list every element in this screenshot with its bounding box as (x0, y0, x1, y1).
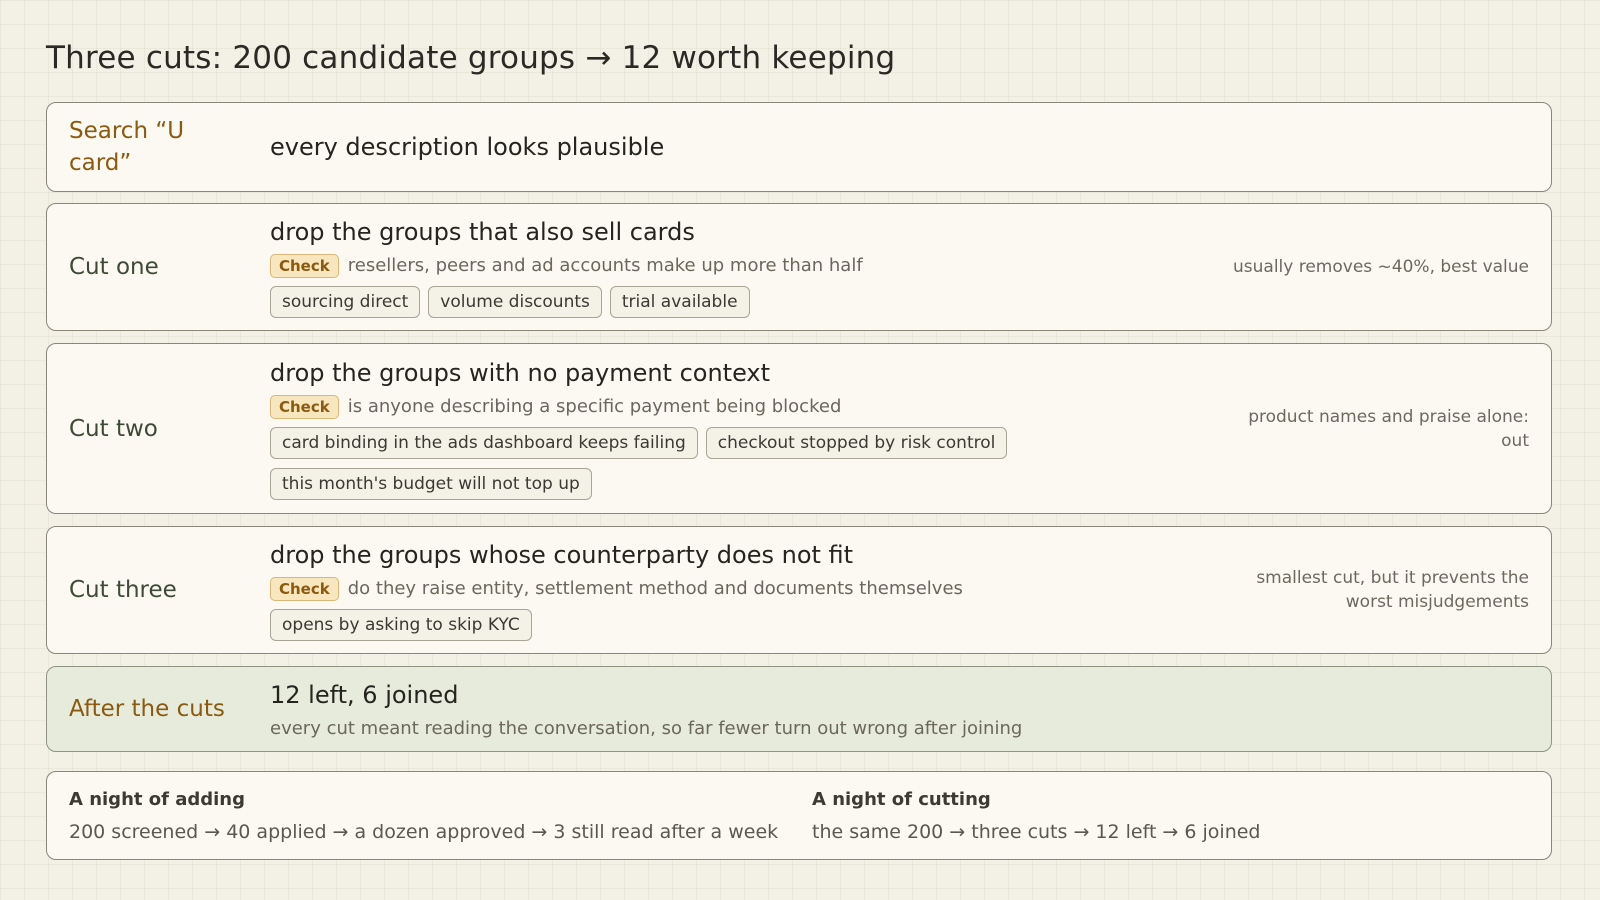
tag: volume discounts (428, 285, 602, 318)
cut-two-row: Cut two drop the groups with no payment … (46, 343, 1552, 514)
search-body: every description looks plausible (270, 103, 1531, 191)
search-label: Search “U card” (69, 118, 185, 176)
search-description: every description looks plausible (270, 133, 665, 161)
cutting-column: A night of cutting the same 200 → three … (812, 788, 1261, 844)
cutting-title: A night of cutting (812, 789, 991, 810)
cut-three-label: Cut three (69, 577, 177, 603)
cut-two-tags: card binding in the ads dashboard keeps … (270, 426, 1050, 500)
cut-two-label: Cut two (69, 415, 158, 442)
tag: sourcing direct (270, 285, 421, 318)
cut-three-tags: opens by asking to skip KYC (270, 608, 1050, 641)
cutting-text: the same 200 → three cuts → 12 left → 6 … (812, 821, 1261, 843)
cut-two-check-text: is anyone describing a specific payment … (347, 396, 842, 417)
result-headline: 12 left, 6 joined (270, 680, 459, 709)
page-title: Three cuts: 200 candidate groups → 12 wo… (46, 40, 896, 76)
cut-one-check-text: resellers, peers and ad accounts make up… (347, 255, 863, 276)
cut-one-row: Cut one drop the groups that also sell c… (46, 203, 1552, 331)
check-badge: Check (270, 576, 339, 601)
check-badge: Check (270, 253, 339, 278)
cut-two-note: product names and praise alone: out (1248, 406, 1529, 451)
result-text: every cut meant reading the conversation… (270, 717, 1023, 739)
adding-title: A night of adding (69, 789, 246, 810)
tag: this month's budget will not top up (270, 467, 592, 500)
cut-one-tags: sourcing direct volume discounts trial a… (270, 285, 1050, 318)
result-label: After the cuts (69, 696, 225, 722)
search-row: Search “U card” every description looks … (46, 102, 1552, 192)
tag: opens by asking to skip KYC (270, 608, 532, 641)
adding-text: 200 screened → 40 applied → a dozen appr… (69, 821, 779, 843)
cut-three-check-text: do they raise entity, settlement method … (347, 578, 963, 599)
cut-three-row: Cut three drop the groups whose counterp… (46, 526, 1552, 654)
result-body: 12 left, 6 joined every cut meant readin… (270, 667, 1531, 751)
cut-one-label: Cut one (69, 254, 159, 280)
check-badge: Check (270, 394, 339, 419)
adding-column: A night of adding 200 screened → 40 appl… (69, 788, 778, 844)
cut-one-note: usually removes ~40%, best value (1233, 257, 1529, 277)
tag: card binding in the ads dashboard keeps … (270, 426, 698, 459)
result-row: After the cuts 12 left, 6 joined every c… (46, 666, 1552, 752)
tag: trial available (609, 285, 750, 318)
tag: checkout stopped by risk control (705, 426, 1008, 459)
cut-three-note: smallest cut, but it prevents the worst … (1256, 568, 1529, 612)
comparison-row: A night of adding 200 screened → 40 appl… (46, 771, 1552, 860)
